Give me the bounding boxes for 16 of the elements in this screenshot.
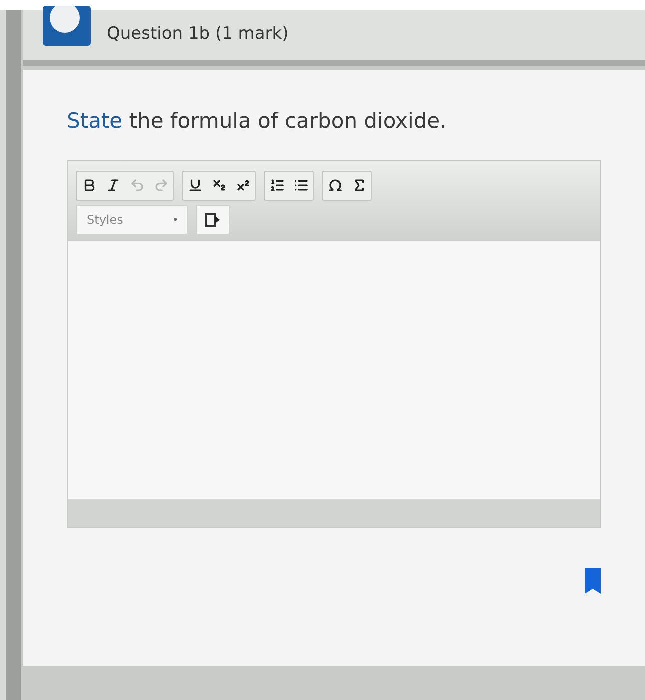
italic-icon [106,178,120,193]
question-status-icon [43,6,91,46]
bookmark-icon[interactable] [585,568,601,594]
undo-icon [130,178,144,193]
bulleted-list-icon [294,178,308,193]
question-prompt: State the formula of carbon dioxide. [67,108,448,135]
styles-dropdown[interactable]: Styles [76,204,188,234]
special-character-icon [328,178,342,193]
source-icon [205,212,221,226]
subscript-icon [212,178,226,193]
superscript-icon [236,178,250,193]
numbered-list-icon [270,178,284,193]
source-button[interactable] [196,204,230,234]
question-title: Question 1b (1 mark) [107,23,289,46]
redo-icon [154,178,168,193]
underline-icon [188,178,202,193]
